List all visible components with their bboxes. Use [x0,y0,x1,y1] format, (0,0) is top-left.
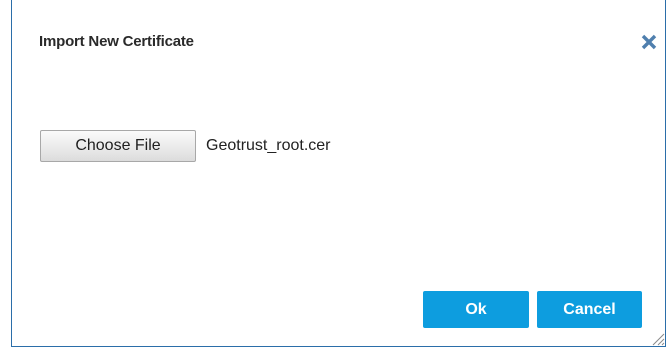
cancel-button[interactable]: Cancel [537,291,642,328]
resize-grip-glyph [652,333,665,346]
resize-handle-icon[interactable] [649,330,665,346]
selected-file-name: Geotrust_root.cer [206,137,331,154]
choose-file-button[interactable]: Choose File [40,130,196,162]
file-picker: Choose File Geotrust_root.cer [40,128,331,164]
close-icon-glyph [641,34,657,50]
ok-button[interactable]: Ok [423,291,529,328]
import-certificate-dialog: Import New Certificate Choose File Geotr… [11,0,666,347]
close-icon[interactable] [640,33,658,51]
dialog-title: Import New Certificate [39,33,194,50]
